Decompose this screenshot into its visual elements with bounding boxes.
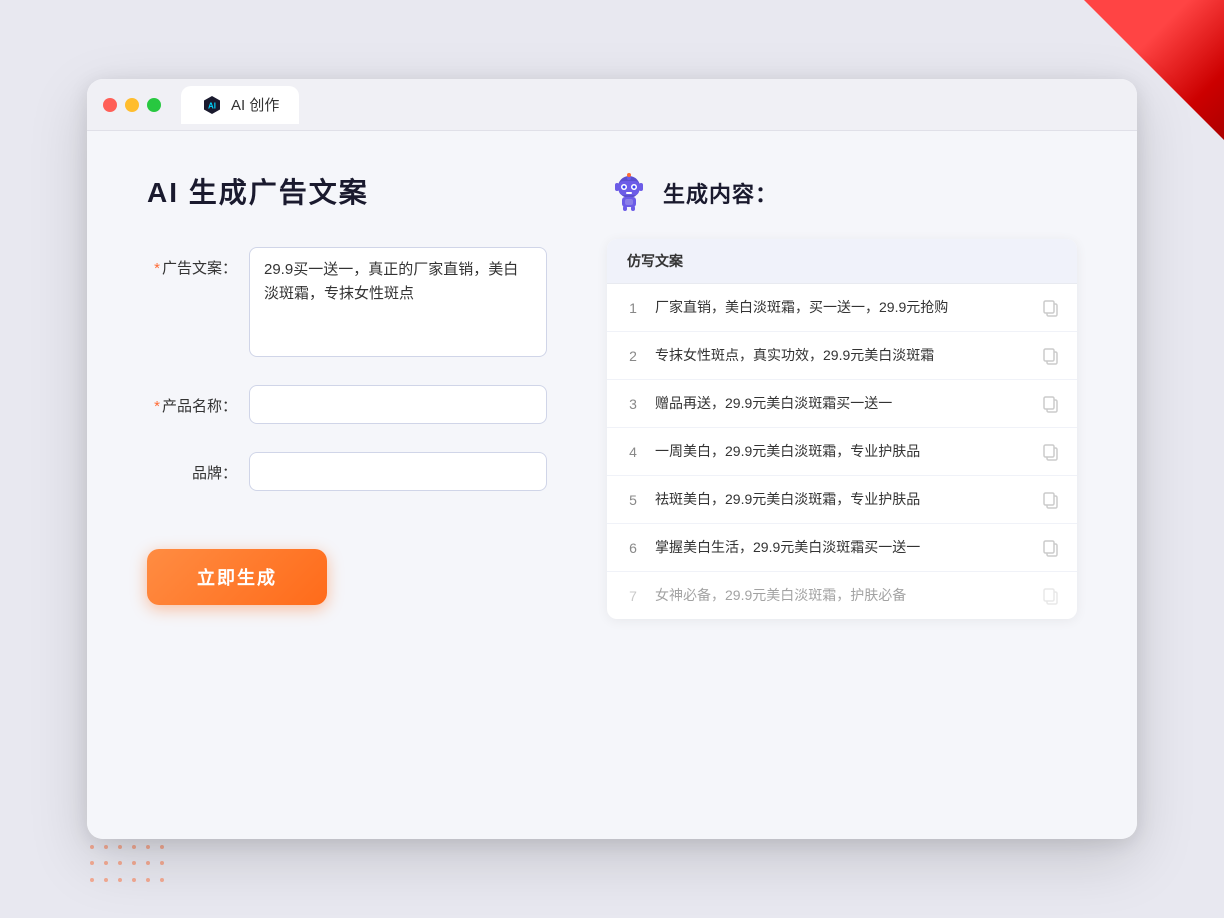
copy-icon-2[interactable] [1041,346,1061,366]
table-row-dimmed: 7 女神必备，29.9元美白淡斑霜，护肤必备 [607,572,1077,619]
product-name-input[interactable]: 美白淡斑霜 [249,385,547,424]
row-number-4: 4 [623,444,643,460]
tab-ai-creation[interactable]: AI AI 创作 [181,86,299,124]
copy-icon-5[interactable] [1041,490,1061,510]
row-text-2: 专抹女性斑点，真实功效，29.9元美白淡斑霜 [655,345,1029,366]
required-star-1: * [154,260,160,277]
title-bar: AI AI 创作 [87,79,1137,131]
result-header: 生成内容： [607,171,1077,215]
ad-copy-group: *广告文案： 29.9买一送一，真正的厂家直销，美白淡斑霜，专抹女性斑点 [147,247,547,357]
product-name-group: *产品名称： 美白淡斑霜 [147,385,547,424]
brand-label: 品牌： [147,452,237,483]
row-text-5: 祛斑美白，29.9元美白淡斑霜，专业护肤品 [655,489,1029,510]
copy-icon-1[interactable] [1041,298,1061,318]
result-table: 仿写文案 1 厂家直销，美白淡斑霜，买一送一，29.9元抢购 2 专抹女性斑点，… [607,239,1077,619]
table-row: 5 祛斑美白，29.9元美白淡斑霜，专业护肤品 [607,476,1077,524]
maximize-button[interactable] [147,98,161,112]
robot-icon [607,171,651,215]
ad-copy-input[interactable]: 29.9买一送一，真正的厂家直销，美白淡斑霜，专抹女性斑点 [249,247,547,357]
row-text-7: 女神必备，29.9元美白淡斑霜，护肤必备 [655,585,1029,606]
result-title: 生成内容： [663,177,778,209]
table-row: 6 掌握美白生活，29.9元美白淡斑霜买一送一 [607,524,1077,572]
copy-icon-4[interactable] [1041,442,1061,462]
row-number-1: 1 [623,300,643,316]
copy-icon-3[interactable] [1041,394,1061,414]
ad-copy-label: *广告文案： [147,247,237,278]
left-panel: AI 生成广告文案 *广告文案： 29.9买一送一，真正的厂家直销，美白淡斑霜，… [147,171,547,799]
table-row: 2 专抹女性斑点，真实功效，29.9元美白淡斑霜 [607,332,1077,380]
product-name-label: *产品名称： [147,385,237,416]
table-header: 仿写文案 [607,239,1077,284]
table-row: 1 厂家直销，美白淡斑霜，买一送一，29.9元抢购 [607,284,1077,332]
traffic-lights [103,98,161,112]
table-row: 3 赠品再送，29.9元美白淡斑霜买一送一 [607,380,1077,428]
table-row: 4 一周美白，29.9元美白淡斑霜，专业护肤品 [607,428,1077,476]
page-title: AI 生成广告文案 [147,171,547,211]
row-text-1: 厂家直销，美白淡斑霜，买一送一，29.9元抢购 [655,297,1029,318]
row-number-2: 2 [623,348,643,364]
copy-icon-7[interactable] [1041,586,1061,606]
row-text-4: 一周美白，29.9元美白淡斑霜，专业护肤品 [655,441,1029,462]
row-text-3: 赠品再送，29.9元美白淡斑霜买一送一 [655,393,1029,414]
tab-label: AI 创作 [231,94,279,115]
minimize-button[interactable] [125,98,139,112]
main-content: AI 生成广告文案 *广告文案： 29.9买一送一，真正的厂家直销，美白淡斑霜，… [87,131,1137,839]
row-number-7: 7 [623,588,643,604]
row-text-6: 掌握美白生活，29.9元美白淡斑霜买一送一 [655,537,1029,558]
right-panel: 生成内容： 仿写文案 1 厂家直销，美白淡斑霜，买一送一，29.9元抢购 2 专… [607,171,1077,799]
row-number-6: 6 [623,540,643,556]
copy-icon-6[interactable] [1041,538,1061,558]
ai-tab-icon: AI [201,94,223,116]
brand-input[interactable]: 好白 [249,452,547,491]
generate-button[interactable]: 立即生成 [147,549,327,605]
row-number-3: 3 [623,396,643,412]
row-number-5: 5 [623,492,643,508]
close-button[interactable] [103,98,117,112]
svg-text:AI: AI [208,101,216,110]
required-star-2: * [154,398,160,415]
browser-window: AI AI 创作 AI 生成广告文案 *广告文案： 29.9买一送一，真正的厂家… [87,79,1137,839]
brand-group: 品牌： 好白 [147,452,547,491]
